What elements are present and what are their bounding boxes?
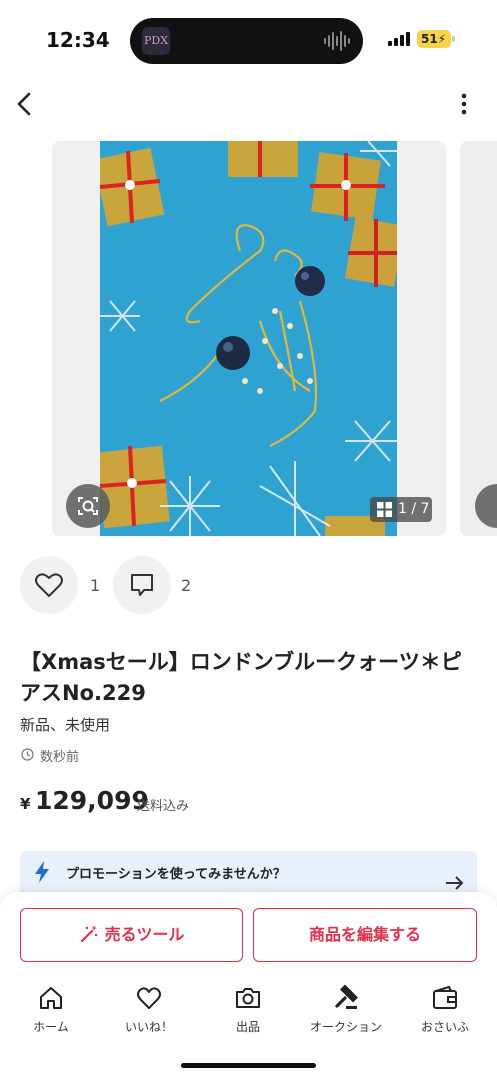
tab-wallet[interactable]: おさいふ <box>400 980 490 1040</box>
tab-likes-label: いいね！ <box>124 1020 173 1034</box>
more-options-icon[interactable] <box>454 92 474 116</box>
carousel-slide-next[interactable] <box>460 141 497 536</box>
battery-level: 51 <box>421 32 438 46</box>
lightning-icon <box>35 861 49 883</box>
wallet-icon <box>433 985 457 1009</box>
product-price: 129,099 <box>35 786 149 815</box>
tab-auction[interactable]: オークション <box>301 980 391 1040</box>
comment-button[interactable] <box>113 556 171 614</box>
signal-icon <box>388 32 410 46</box>
tab-home[interactable]: ホーム <box>6 980 96 1040</box>
grid-icon <box>377 502 392 517</box>
tab-home-label: ホーム <box>33 1020 69 1034</box>
product-title: 【Xmasセール】ロンドンブルークォーツ＊ピアスNo.229 <box>20 650 462 705</box>
blue-quartz-stone <box>295 266 325 296</box>
sell-tool-button[interactable]: 売るツール <box>20 908 243 962</box>
status-bar: 12:34 PDX 51⚡ <box>0 0 497 80</box>
tab-wallet-label: おさいふ <box>420 1020 469 1034</box>
heart-icon <box>137 987 161 1009</box>
image-counter-text: 1 / 7 <box>398 501 430 517</box>
image-search-button[interactable] <box>66 484 110 528</box>
home-indicator <box>181 1063 316 1068</box>
battery-cap <box>452 36 455 42</box>
tab-likes[interactable]: いいね！ <box>104 980 194 1040</box>
camera-icon <box>236 988 260 1008</box>
tab-sell-label: 出品 <box>235 1020 260 1034</box>
bottom-tab-bar: ホーム いいね！ 出品 オークション おさいふ <box>0 980 497 1040</box>
blue-quartz-stone <box>216 336 250 370</box>
home-icon <box>40 987 62 1009</box>
sell-tool-label: 売るツール <box>104 925 185 944</box>
tab-sell[interactable]: 出品 <box>203 980 293 1040</box>
listed-time: 数秒前 <box>40 750 80 765</box>
image-counter[interactable]: 1 / 7 <box>370 497 432 522</box>
earrings-photo-illustration <box>100 141 397 536</box>
product-condition: 新品、未使用 <box>20 716 111 734</box>
edit-item-label: 商品を編集する <box>308 925 421 944</box>
arrow-right-icon <box>446 876 464 890</box>
image-carousel[interactable] <box>0 141 497 537</box>
island-app-icon: PDX <box>142 27 170 55</box>
price-currency: ¥ <box>20 795 31 813</box>
audio-wave-icon <box>324 31 350 51</box>
like-button[interactable] <box>20 556 78 614</box>
edit-item-button[interactable]: 商品を編集する <box>253 908 477 962</box>
scan-lens-icon <box>78 497 98 515</box>
comment-count: 2 <box>181 576 192 595</box>
comment-icon <box>131 574 153 596</box>
shipping-label: 送料込み <box>137 799 190 814</box>
like-count: 1 <box>90 576 101 595</box>
dynamic-island: PDX <box>130 18 363 64</box>
status-time: 12:34 <box>46 28 110 52</box>
magic-wand-icon <box>80 925 97 943</box>
back-arrow-icon[interactable] <box>14 90 36 118</box>
gavel-icon <box>335 984 359 1009</box>
promotion-text: プロモーションを使ってみませんか？ <box>66 867 286 882</box>
tab-auction-label: オークション <box>309 1020 382 1034</box>
clock-icon <box>21 748 34 761</box>
product-photo[interactable] <box>100 141 397 536</box>
battery-indicator: 51⚡ <box>417 30 451 48</box>
heart-icon <box>35 573 63 597</box>
